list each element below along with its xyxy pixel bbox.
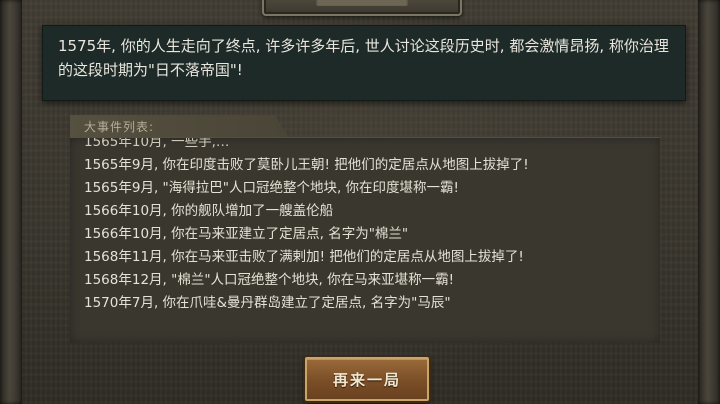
- event-item: 1566年10月, 你的舰队增加了一艘盖伦船: [84, 203, 334, 219]
- event-item: 1568年12月, "棉兰"人口冠绝整个地块, 你在马来亚堪称一霸!: [84, 272, 455, 288]
- event-item: 1570年7月, 你在爪哇&曼丹群岛建立了定居点, 名字为"马辰": [84, 295, 451, 311]
- ending-summary-panel: 1575年, 你的人生走向了终点, 许多许多年后, 世人讨论这段历史时, 都会激…: [42, 25, 686, 101]
- events-list[interactable]: 1565年10月, 一些手,… 1565年9月, 你在印度击败了莫卧儿王朝! 把…: [84, 137, 650, 315]
- restart-button[interactable]: 再来一局: [305, 357, 429, 401]
- event-item: 1568年11月, 你在马来亚击败了满剌加! 把他们的定居点从地图上拔掉了!: [84, 249, 524, 265]
- ending-summary-text: 1575年, 你的人生走向了终点, 许多许多年后, 世人讨论这段历史时, 都会激…: [58, 37, 669, 79]
- restart-button-label: 再来一局: [332, 371, 401, 389]
- event-item: 1565年10月, 一些手,…: [84, 137, 230, 150]
- header-ornament: [262, 0, 462, 16]
- event-item: 1566年10月, 你在马来亚建立了定居点, 名字为"棉兰": [84, 226, 409, 242]
- left-frame-border: [0, 0, 22, 404]
- header-plaque: [316, 0, 408, 6]
- event-item: 1565年9月, "海得拉巴"人口冠绝整个地块, 你在印度堪称一霸!: [84, 180, 459, 196]
- events-list-panel[interactable]: 1565年10月, 一些手,… 1565年9月, 你在印度击败了莫卧儿王朝! 把…: [70, 137, 660, 343]
- events-header-tab: 大事件列表:: [70, 115, 288, 137]
- event-item: 1565年9月, 你在印度击败了莫卧儿王朝! 把他们的定居点从地图上拔掉了!: [84, 157, 529, 173]
- right-frame-border: [698, 0, 720, 404]
- events-title: 大事件列表:: [84, 120, 155, 134]
